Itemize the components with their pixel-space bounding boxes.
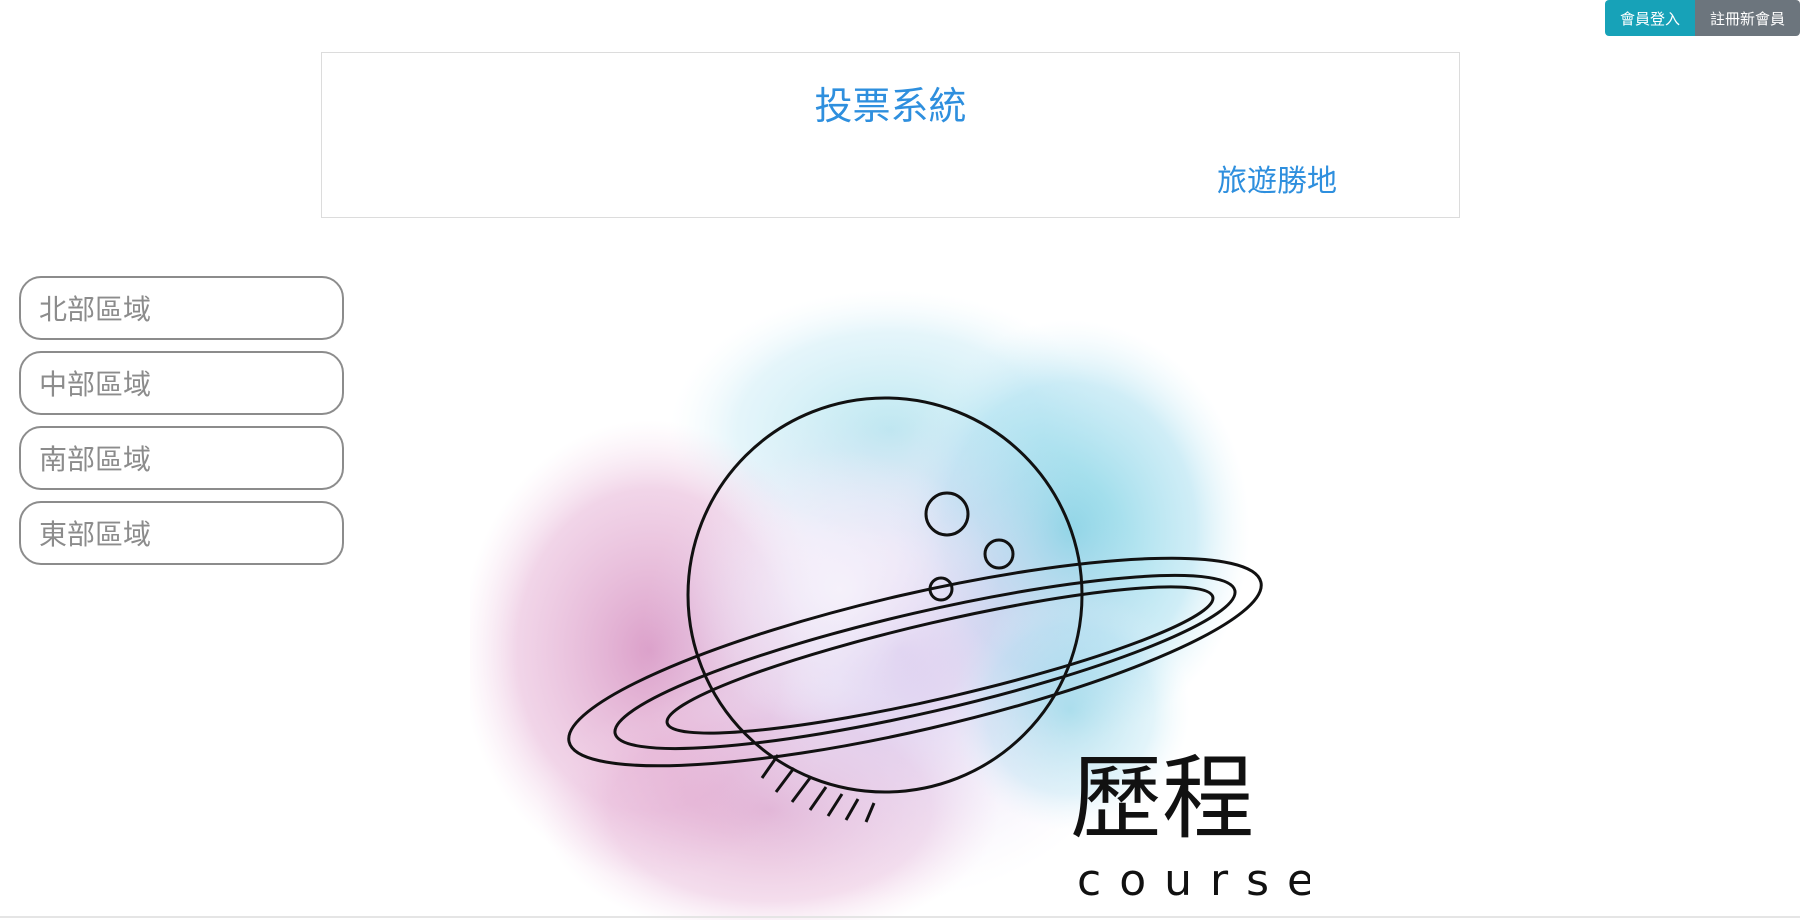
region-north-button[interactable]: 北部區域: [19, 276, 344, 340]
travel-destinations-link[interactable]: 旅遊勝地: [1217, 156, 1337, 200]
header-panel: 投票系統 旅遊勝地: [321, 52, 1460, 218]
region-east-button[interactable]: 東部區域: [19, 501, 344, 565]
logo-chinese-text: 歷程: [1070, 745, 1254, 852]
region-south-button[interactable]: 南部區域: [19, 426, 344, 490]
bottom-divider: [0, 916, 1800, 918]
region-sidebar: 北部區域 中部區域 南部區域 東部區域: [19, 276, 344, 576]
planet-logo-illustration: 歷程 course: [460, 290, 1314, 920]
hero-logo-image: 歷程 course: [460, 290, 1314, 920]
logo-english-text: course: [1077, 855, 1310, 906]
region-central-button[interactable]: 中部區域: [19, 351, 344, 415]
page-title: 投票系統: [814, 84, 967, 128]
login-button[interactable]: 會員登入: [1605, 0, 1695, 36]
top-nav: 會員登入 註冊新會員: [1605, 0, 1800, 36]
register-button[interactable]: 註冊新會員: [1695, 0, 1800, 36]
